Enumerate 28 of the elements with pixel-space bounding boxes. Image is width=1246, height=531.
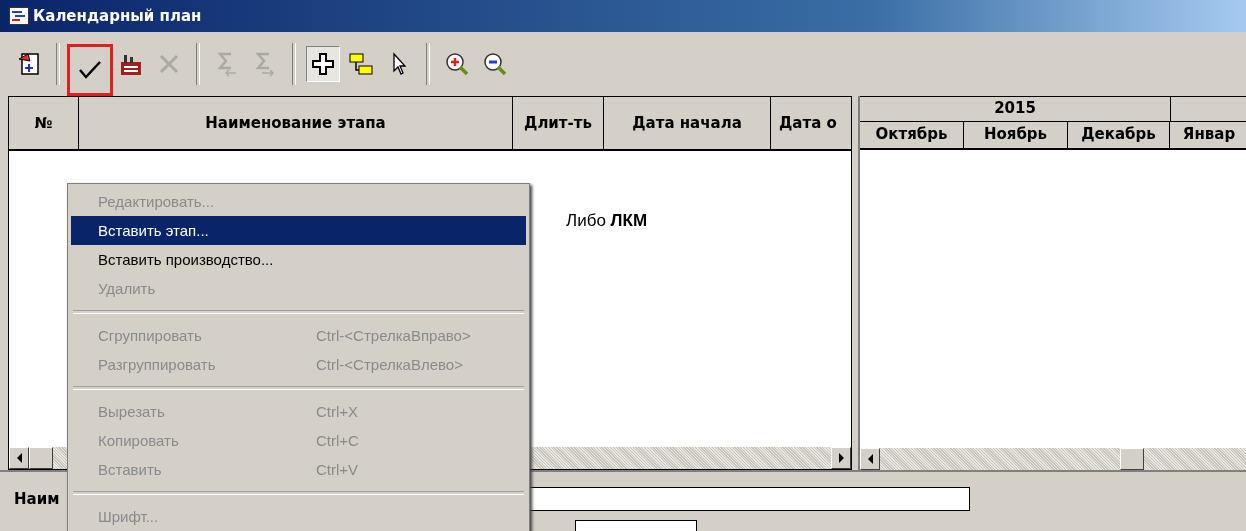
column-header[interactable]: Длит-ть — [513, 97, 604, 149]
month-header: Ноябрь — [964, 122, 1068, 148]
scrollbar[interactable] — [860, 448, 1246, 470]
month-header: Декабрь — [1068, 122, 1170, 148]
plus-icon — [310, 51, 336, 77]
zoom-out-icon — [482, 51, 508, 77]
calendar-icon — [16, 51, 42, 77]
linked-boxes-icon — [348, 51, 374, 77]
toolbar-button[interactable] — [306, 46, 340, 82]
window-title: Календарный план — [33, 7, 202, 25]
right-arrow-icon — [838, 453, 844, 463]
year-header: 2015 — [860, 97, 1171, 121]
column-header[interactable]: № — [9, 97, 79, 149]
window-icon — [9, 7, 29, 25]
left-arrow-icon — [16, 453, 22, 463]
menu-item[interactable]: Вставить этап... — [71, 216, 526, 245]
month-header: Январ — [1181, 124, 1237, 145]
month-header: Октябрь — [860, 122, 964, 148]
input-field[interactable] — [528, 487, 970, 511]
zoom-in-icon — [444, 51, 470, 77]
field-label: Наим — [14, 490, 60, 508]
note-text: Либо ЛКМ — [566, 211, 648, 231]
column-header[interactable]: Дата о — [771, 97, 851, 149]
left-arrow-icon — [867, 454, 873, 464]
column-header[interactable]: Дата начала — [604, 97, 771, 149]
menu-item[interactable]: Вставить производство... — [71, 245, 526, 274]
column-header[interactable]: Наименование этапа — [79, 97, 513, 149]
toolbar-button[interactable] — [70, 47, 110, 93]
